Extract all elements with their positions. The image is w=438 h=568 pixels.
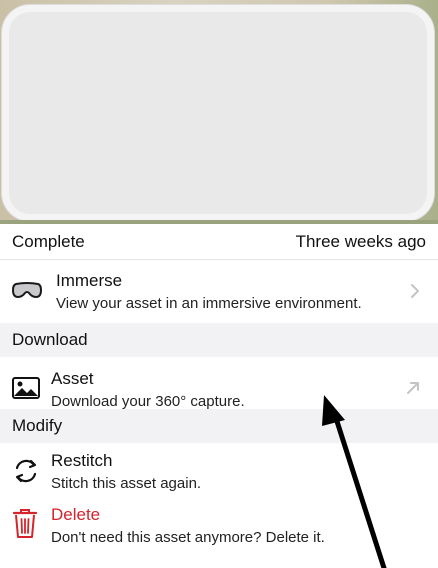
section-header-modify: Modify (0, 409, 438, 443)
delete-subtitle: Don't need this asset anymore? Delete it… (51, 529, 325, 546)
immerse-subtitle: View your asset in an immersive environm… (56, 295, 362, 312)
asset-title: Asset (51, 369, 94, 388)
immerse-title: Immerse (56, 271, 123, 290)
refresh-icon (12, 457, 40, 490)
status-label: Complete (12, 231, 85, 251)
delete-row[interactable]: Delete Don't need this asset anymore? De… (0, 497, 438, 553)
restitch-subtitle: Stitch this asset again. (51, 475, 202, 492)
trash-icon (12, 507, 38, 544)
preview-card[interactable] (2, 5, 434, 221)
section-header-download: Download (0, 323, 438, 357)
restitch-row[interactable]: Restitch Stitch this asset again. (0, 443, 438, 497)
asset-download-row[interactable]: Asset Download your 360° capture. (0, 357, 438, 410)
photo-icon (12, 377, 40, 404)
status-row: Complete Three weeks ago (0, 224, 438, 260)
external-arrow-icon (406, 381, 420, 400)
immerse-row[interactable]: Immerse View your asset in an immersive … (0, 261, 438, 322)
delete-title: Delete (51, 505, 101, 524)
asset-preview (0, 0, 438, 224)
status-age: Three weeks ago (295, 231, 426, 251)
chevron-right-icon (410, 283, 420, 304)
vr-headset-icon (11, 281, 43, 306)
restitch-title: Restitch (51, 451, 113, 470)
asset-detail-screen: Complete Three weeks ago Immerse View yo… (0, 0, 438, 568)
